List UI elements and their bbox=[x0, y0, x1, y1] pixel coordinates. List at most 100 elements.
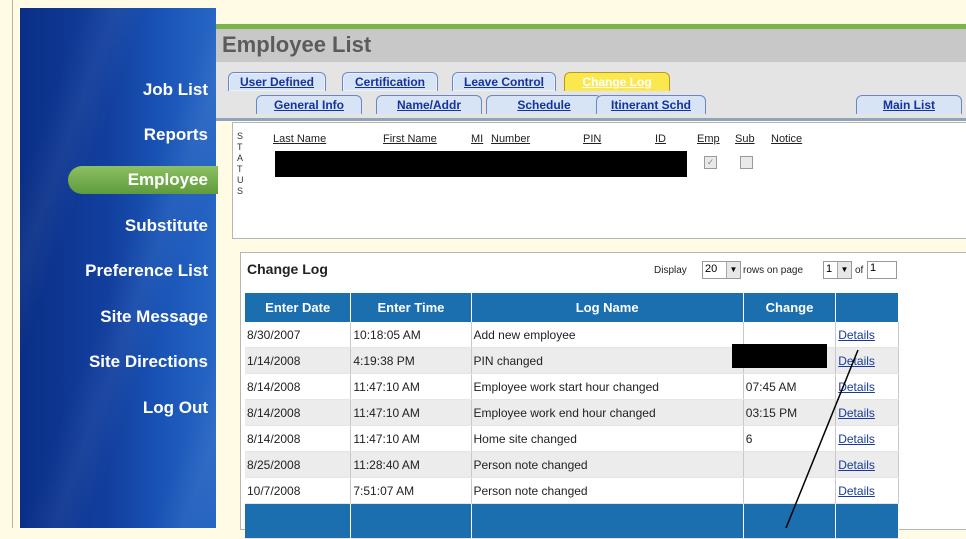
sidebar: Job List Reports Employee Substitute Pre… bbox=[20, 8, 218, 528]
cell-date: 8/14/2008 bbox=[245, 399, 352, 426]
sidebar-item-site-directions[interactable]: Site Directions bbox=[89, 352, 208, 372]
cell-log-name: Employee work start hour changed bbox=[471, 373, 744, 400]
tab-leave-control[interactable]: Leave Control bbox=[452, 72, 556, 91]
footer-cell bbox=[245, 503, 352, 539]
cell-details: Details bbox=[835, 425, 899, 452]
header-emp[interactable]: Emp bbox=[697, 133, 720, 145]
status-vertical-label: S T A T U S bbox=[237, 131, 247, 197]
header-notice[interactable]: Notice bbox=[771, 133, 802, 145]
table-row: 8/14/2008 11:47:10 AM Home site changed … bbox=[245, 425, 899, 452]
table-row: 10/7/2008 7:51:07 AM Person note changed… bbox=[245, 477, 899, 504]
footer-cell bbox=[471, 503, 744, 539]
details-link[interactable]: Details bbox=[838, 354, 875, 368]
sidebar-item-job-list[interactable]: Job List bbox=[143, 80, 208, 100]
status-letter: U bbox=[237, 175, 244, 185]
col-enter-date: Enter Date bbox=[245, 293, 352, 322]
top-margin bbox=[216, 0, 966, 24]
employee-summary-panel: S T A T U S Last Name First Name MI Numb… bbox=[232, 122, 966, 239]
page-title: Employee List bbox=[222, 32, 372, 57]
redacted-pin-change bbox=[732, 344, 827, 368]
page-select[interactable]: 1 ▼ bbox=[823, 261, 852, 279]
sidebar-item-preference-list[interactable]: Preference List bbox=[85, 261, 208, 281]
of-label: of bbox=[855, 265, 864, 276]
cell-log-name: PIN changed bbox=[471, 347, 744, 374]
header-mi[interactable]: MI bbox=[471, 133, 483, 145]
details-link[interactable]: Details bbox=[838, 380, 875, 394]
table-row: 8/14/2008 11:47:10 AM Employee work end … bbox=[245, 399, 899, 426]
chevron-down-icon[interactable]: ▼ bbox=[837, 262, 851, 278]
sub-checkbox[interactable] bbox=[740, 156, 753, 169]
cell-log-name: Home site changed bbox=[471, 425, 744, 452]
header-id[interactable]: ID bbox=[655, 133, 666, 145]
cell-date: 8/14/2008 bbox=[245, 425, 352, 452]
cell-details: Details bbox=[835, 477, 899, 504]
tab-change-log[interactable]: Change Log bbox=[564, 72, 670, 91]
status-letter: S bbox=[237, 131, 244, 141]
cell-change: 6 bbox=[743, 425, 837, 452]
status-letter: T bbox=[237, 142, 243, 152]
details-link[interactable]: Details bbox=[838, 458, 875, 472]
cell-time: 11:47:10 AM bbox=[350, 425, 472, 452]
tab-main-list[interactable]: Main List bbox=[856, 95, 962, 114]
tab-user-defined[interactable]: User Defined bbox=[228, 72, 326, 91]
cell-change: 03:15 PM bbox=[743, 399, 837, 426]
cell-date: 8/30/2007 bbox=[245, 322, 352, 348]
change-log-title: Change Log bbox=[247, 261, 328, 277]
status-letter: T bbox=[237, 164, 243, 174]
table-row: 8/14/2008 11:47:10 AM Employee work star… bbox=[245, 373, 899, 400]
cell-date: 1/14/2008 bbox=[245, 347, 352, 374]
cell-date: 10/7/2008 bbox=[245, 477, 352, 504]
change-log-table: Enter Date Enter Time Log Name Change 8/… bbox=[245, 293, 899, 539]
redacted-employee-info bbox=[275, 151, 687, 177]
cell-change bbox=[743, 451, 837, 478]
total-pages-field[interactable]: 1 bbox=[867, 261, 897, 279]
chevron-down-icon[interactable]: ▼ bbox=[726, 262, 740, 278]
cell-details: Details bbox=[835, 347, 899, 374]
tab-strip-divider bbox=[216, 118, 966, 121]
tab-name-addr[interactable]: Name/Addr bbox=[376, 95, 482, 114]
page-left-border bbox=[0, 0, 13, 528]
sidebar-item-log-out[interactable]: Log Out bbox=[143, 398, 208, 418]
tab-schedule[interactable]: Schedule bbox=[486, 95, 602, 114]
page-value: 1 bbox=[826, 263, 833, 275]
tab-itinerant-schd[interactable]: Itinerant Schd bbox=[596, 95, 706, 114]
tab-certification[interactable]: Certification bbox=[342, 72, 438, 91]
sidebar-item-reports[interactable]: Reports bbox=[144, 125, 208, 145]
cell-details: Details bbox=[835, 451, 899, 478]
change-log-panel: Change Log Display 20 ▼ rows on page 1 ▼… bbox=[240, 252, 966, 539]
table-row: 8/25/2008 11:28:40 AM Person note change… bbox=[245, 451, 899, 478]
rows-per-page-value: 20 bbox=[705, 263, 718, 275]
cell-change: 07:45 AM bbox=[743, 373, 837, 400]
status-letter: S bbox=[237, 186, 244, 196]
header-number[interactable]: Number bbox=[491, 133, 530, 145]
header-last-name[interactable]: Last Name bbox=[273, 133, 326, 145]
display-label: Display bbox=[654, 265, 687, 276]
cell-date: 8/25/2008 bbox=[245, 451, 352, 478]
table-footer-row bbox=[245, 503, 899, 539]
tab-general-info[interactable]: General Info bbox=[256, 95, 362, 114]
details-link[interactable]: Details bbox=[838, 328, 875, 342]
cell-time: 7:51:07 AM bbox=[350, 477, 472, 504]
header-pin[interactable]: PIN bbox=[583, 133, 601, 145]
cell-time: 4:19:38 PM bbox=[350, 347, 472, 374]
col-details bbox=[835, 293, 899, 322]
cell-time: 11:28:40 AM bbox=[350, 451, 472, 478]
details-link[interactable]: Details bbox=[838, 432, 875, 446]
sidebar-item-site-message[interactable]: Site Message bbox=[100, 307, 208, 327]
header-first-name[interactable]: First Name bbox=[383, 133, 437, 145]
cell-log-name: Person note changed bbox=[471, 451, 744, 478]
header-sub[interactable]: Sub bbox=[735, 133, 755, 145]
sidebar-item-substitute[interactable]: Substitute bbox=[125, 216, 208, 236]
cell-details: Details bbox=[835, 322, 899, 348]
sidebar-item-employee[interactable]: Employee bbox=[67, 166, 218, 194]
cell-date: 8/14/2008 bbox=[245, 373, 352, 400]
rows-per-page-select[interactable]: 20 ▼ bbox=[702, 261, 741, 279]
footer-cell bbox=[350, 503, 472, 539]
table-header-row: Enter Date Enter Time Log Name Change bbox=[245, 293, 899, 322]
cell-time: 10:18:05 AM bbox=[350, 322, 472, 348]
cell-details: Details bbox=[835, 399, 899, 426]
cell-details: Details bbox=[835, 373, 899, 400]
details-link[interactable]: Details bbox=[838, 484, 875, 498]
emp-checkbox[interactable]: ✓ bbox=[704, 156, 717, 169]
details-link[interactable]: Details bbox=[838, 406, 875, 420]
